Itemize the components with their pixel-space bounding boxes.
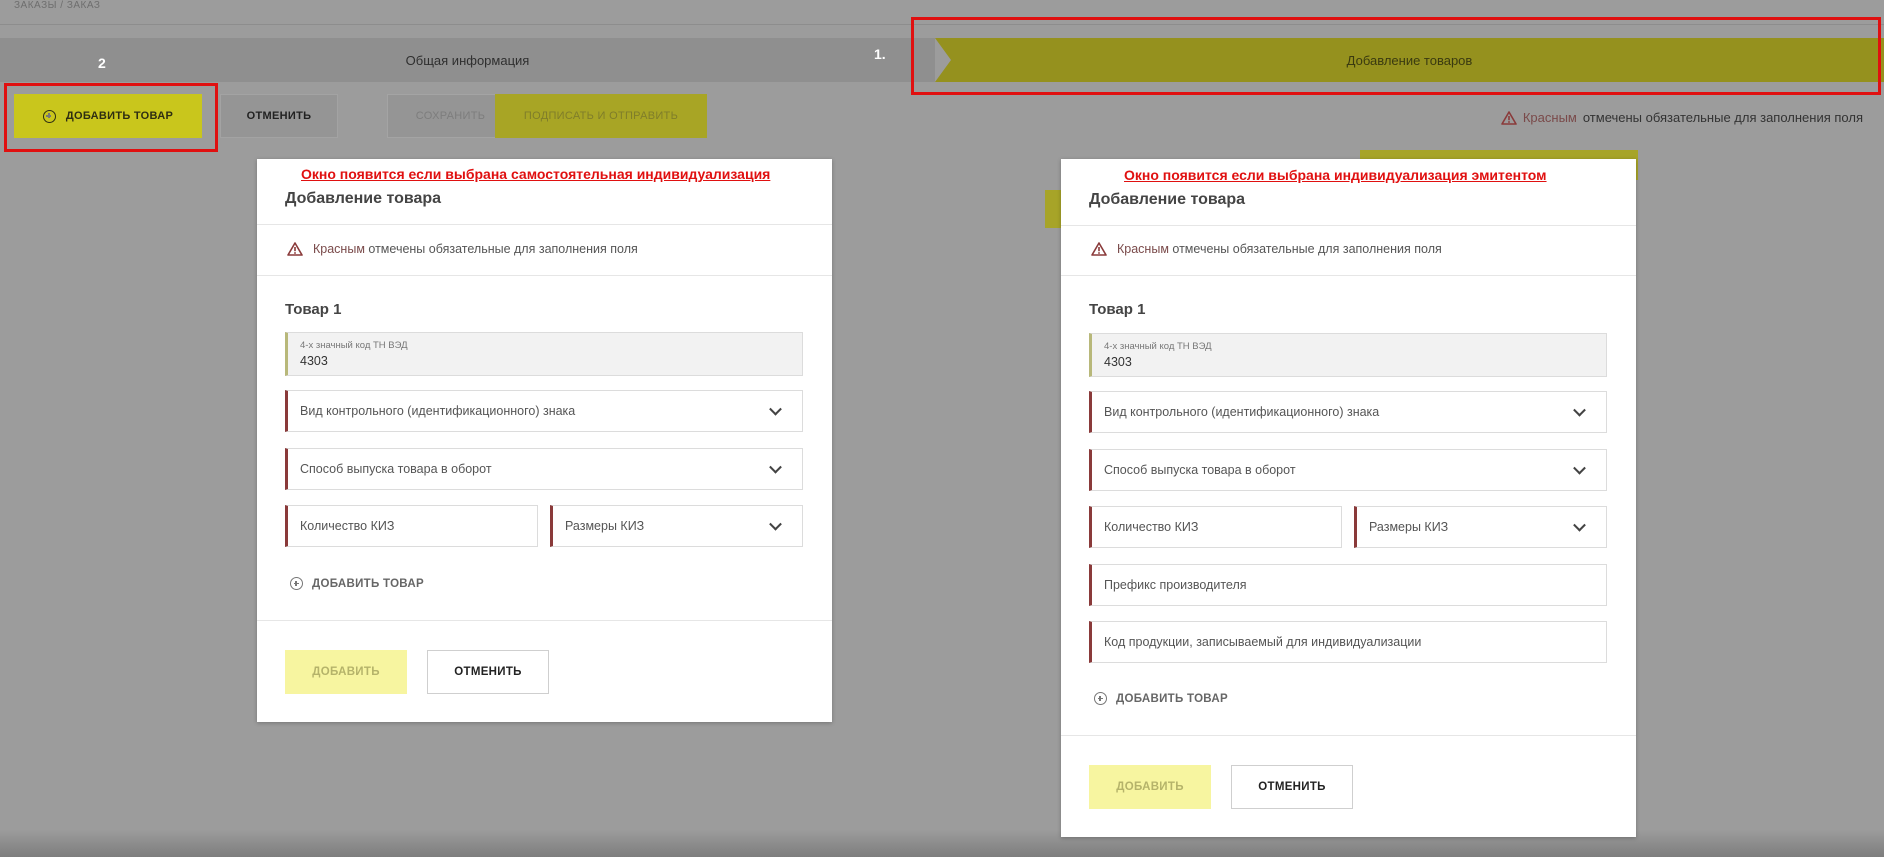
release-method-placeholder: Способ выпуска товара в оборот [1104, 463, 1296, 477]
modal-title: Добавление товара [1089, 191, 1246, 208]
kiz-quantity-input[interactable]: Количество КИЗ [1089, 506, 1342, 548]
sign-type-select[interactable]: Вид контрольного (идентификационного) зн… [1089, 391, 1607, 433]
save-button-label: СОХРАНИТЬ [415, 110, 486, 122]
tnved-label: 4-х значный код ТН ВЭД [1104, 341, 1212, 352]
annotation-marker-2: 2 [98, 55, 106, 71]
release-method-placeholder: Способ выпуска товара в оборот [300, 462, 492, 476]
modal-cancel-button[interactable]: ОТМЕНИТЬ [1231, 765, 1353, 809]
chevron-down-icon [769, 402, 782, 416]
kiz-size-select[interactable]: Размеры КИЗ [1354, 506, 1607, 548]
kiz-size-placeholder: Размеры КИЗ [1369, 520, 1449, 534]
note-red: Красным [1117, 242, 1169, 256]
required-fields-note: Красным отмечены обязательные для заполн… [1501, 110, 1863, 125]
cancel-button[interactable]: ОТМЕНИТЬ [220, 94, 338, 138]
product-code-input[interactable]: Код продукции, записываемый для индивиду… [1089, 621, 1607, 663]
required-fields-note: Красным отмечены обязательные для заполн… [287, 242, 638, 256]
add-another-item-label: ДОБАВИТЬ ТОВАР [312, 577, 424, 590]
tnved-code-field[interactable]: 4-х значный код ТН ВЭД 4303 [285, 332, 803, 376]
manufacturer-prefix-placeholder: Префикс производителя [1104, 578, 1247, 592]
divider [257, 275, 832, 276]
tnved-label: 4-х значный код ТН ВЭД [300, 340, 408, 351]
add-item-modal-emitter: Окно появится если выбрана индивидуализа… [1061, 159, 1636, 837]
kiz-size-placeholder: Размеры КИЗ [565, 519, 645, 533]
step-general-info[interactable]: Общая информация [0, 38, 935, 82]
breadcrumb: ЗАКАЗЫ / ЗАКАЗ [14, 0, 101, 11]
chevron-down-icon [1573, 403, 1586, 417]
tnved-value: 4303 [1104, 355, 1132, 369]
kiz-quantity-input[interactable]: Количество КИЗ [285, 505, 538, 547]
chevron-down-icon [1573, 518, 1586, 532]
modal-add-button[interactable]: ДОБАВИТЬ [1089, 765, 1211, 809]
kiz-quantity-placeholder: Количество КИЗ [1104, 520, 1199, 534]
warning-icon [1501, 110, 1517, 125]
modal-cancel-button-label: ОТМЕНИТЬ [1258, 781, 1326, 793]
modal-add-button-label: ДОБАВИТЬ [312, 666, 380, 678]
step-general-info-label: Общая информация [405, 52, 530, 68]
divider [257, 620, 832, 621]
chevron-down-icon [1573, 461, 1586, 475]
divider [1061, 735, 1636, 736]
add-another-item-label: ДОБАВИТЬ ТОВАР [1116, 692, 1228, 705]
add-another-item-link[interactable]: ДОБАВИТЬ ТОВАР [1094, 692, 1228, 705]
sign-type-placeholder: Вид контрольного (идентификационного) зн… [1104, 405, 1380, 419]
add-another-item-link[interactable]: ДОБАВИТЬ ТОВАР [290, 577, 424, 590]
required-note-red: Красным [1522, 110, 1577, 125]
required-fields-note: Красным отмечены обязательные для заполн… [1091, 242, 1442, 256]
warning-icon [287, 242, 303, 256]
modal-title: Добавление товара [285, 190, 442, 207]
divider [1061, 275, 1636, 276]
sign-type-select[interactable]: Вид контрольного (идентификационного) зн… [285, 390, 803, 432]
modal-add-button[interactable]: ДОБАВИТЬ [285, 650, 407, 694]
modal-cancel-button[interactable]: ОТМЕНИТЬ [427, 650, 549, 694]
modal-caption: Окно появится если выбрана самостоятельн… [301, 166, 771, 182]
item-title: Товар 1 [1089, 301, 1146, 318]
tnved-code-field[interactable]: 4-х значный код ТН ВЭД 4303 [1089, 333, 1607, 377]
release-method-select[interactable]: Способ выпуска товара в оборот [285, 448, 803, 490]
note-text: отмечены обязательные для заполнения пол… [1172, 242, 1442, 256]
item-title: Товар 1 [285, 301, 342, 318]
required-note-text: отмечены обязательные для заполнения пол… [1582, 110, 1863, 125]
kiz-quantity-placeholder: Количество КИЗ [300, 519, 395, 533]
tnved-value: 4303 [300, 354, 328, 368]
annotation-box-step [911, 17, 1881, 95]
sign-send-button[interactable]: ПОДПИСАТЬ И ОТПРАВИТЬ [495, 94, 707, 138]
chevron-down-icon [769, 460, 782, 474]
warning-icon [1091, 242, 1107, 256]
sign-send-button-label: ПОДПИСАТЬ И ОТПРАВИТЬ [523, 110, 679, 122]
note-text: отмечены обязательные для заполнения пол… [368, 242, 638, 256]
modal-cancel-button-label: ОТМЕНИТЬ [454, 666, 522, 678]
sign-type-placeholder: Вид контрольного (идентификационного) зн… [300, 404, 576, 418]
chevron-down-icon [769, 517, 782, 531]
manufacturer-prefix-input[interactable]: Префикс производителя [1089, 564, 1607, 606]
modal-caption: Окно появится если выбрана индивидуализа… [1124, 167, 1547, 183]
divider [257, 224, 832, 225]
note-red: Красным [313, 242, 365, 256]
add-circle-icon [290, 577, 303, 590]
add-item-modal-self: Окно появится если выбрана самостоятельн… [257, 159, 832, 722]
annotation-marker-1: 1. [874, 46, 886, 62]
release-method-select[interactable]: Способ выпуска товара в оборот [1089, 449, 1607, 491]
add-circle-icon [1094, 692, 1107, 705]
modal-add-button-label: ДОБАВИТЬ [1116, 781, 1184, 793]
annotation-box-add [4, 83, 218, 152]
cancel-button-label: ОТМЕНИТЬ [246, 110, 312, 122]
kiz-size-select[interactable]: Размеры КИЗ [550, 505, 803, 547]
product-code-placeholder: Код продукции, записываемый для индивиду… [1104, 635, 1422, 649]
divider [1061, 225, 1636, 226]
